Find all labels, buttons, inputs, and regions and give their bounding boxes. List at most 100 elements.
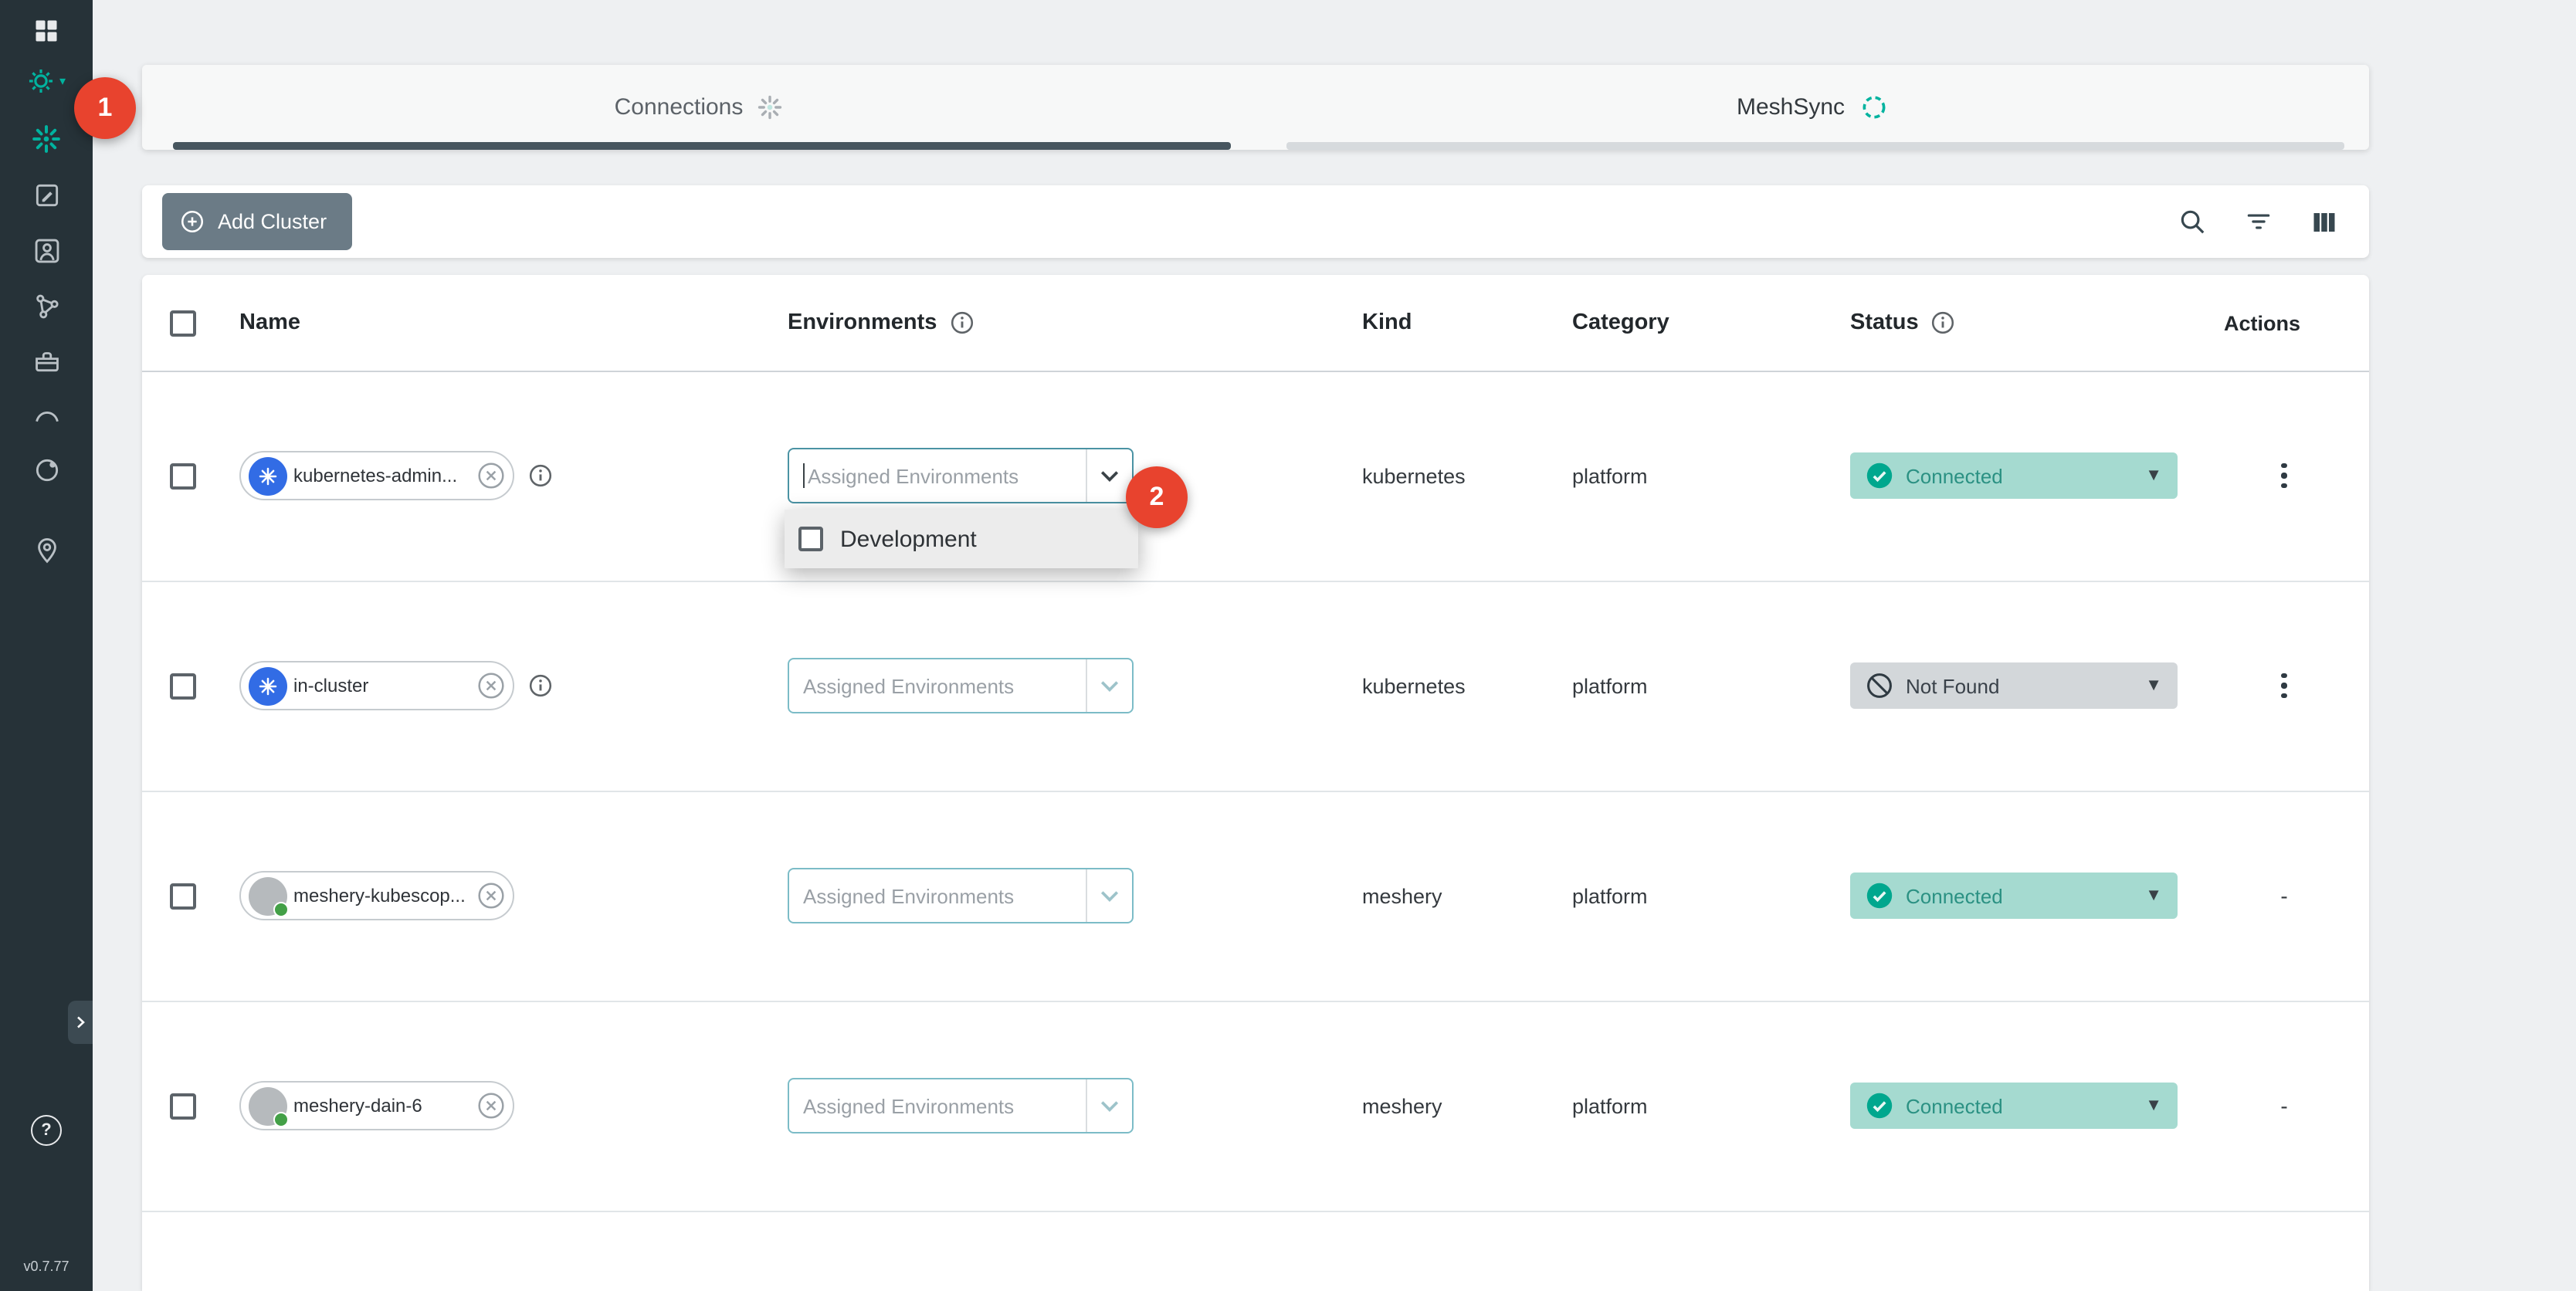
slash-circle-icon [1866,672,1893,700]
kind-cell: meshery [1362,791,1442,1001]
connection-chip[interactable]: in-cluster [239,661,514,710]
connection-chip[interactable]: meshery-dain-6 [239,1081,514,1130]
row-checkbox[interactable] [170,673,196,700]
connection-chip[interactable]: meshery-kubescop... [239,871,514,920]
chevron-down-icon: ▼ [2145,886,2162,905]
search-icon[interactable] [2178,207,2207,236]
environments-select[interactable]: Assigned Environments [788,868,1134,923]
check-circle-icon [1866,1092,1893,1120]
actions-none: - [2264,1001,2304,1211]
category-cell: platform [1572,1001,1648,1211]
connection-name: kubernetes-admin... [293,465,471,486]
add-cluster-button[interactable]: Add Cluster [162,193,351,250]
view-columns-icon[interactable] [2310,208,2338,235]
tab-meshsync[interactable]: MeshSync [1256,65,2369,150]
row-checkbox[interactable] [170,463,196,490]
status-badge: Not Found [1906,674,1999,697]
header-environments-label: Environments [788,310,937,335]
status-dropdown[interactable]: Not Found ▼ [1850,662,2178,709]
sidebar-item-catalog-icon[interactable] [0,451,93,488]
check-circle-icon [1866,882,1893,910]
table-row: meshery-dain-6 Assigned Environments mes… [142,1001,2369,1212]
annotation-badge-1: 1 [74,77,136,139]
filter-icon[interactable] [2244,207,2273,236]
environments-select[interactable]: Assigned Environments [788,1078,1134,1133]
connection-name: meshery-dain-6 [293,1095,471,1116]
info-icon[interactable] [528,463,553,488]
location-pin-icon[interactable] [0,531,93,568]
environments-select[interactable]: Assigned Environments [788,658,1134,713]
sidebar-item-curve-icon[interactable] [0,395,93,432]
app-window: ▾ ? v0.7.77 1 [0,0,2576,1291]
option-checkbox[interactable] [798,527,823,551]
status-badge: Connected [1906,464,2003,487]
sidebar-item-designs-icon[interactable] [0,287,93,324]
connection-name: in-cluster [293,675,471,696]
tab-bar: Connections MeshSync [142,65,2369,150]
tab-meshsync-label: MeshSync [1737,94,1845,120]
header-actions: Actions [2224,275,2300,371]
table-header-row: Name Environments Kind Category Status A… [142,275,2369,372]
chevron-down-icon[interactable] [1086,449,1132,502]
header-name: Name [239,275,300,371]
table-row: in-cluster Assigned Environments kuberne… [142,581,2369,792]
header-environments: Environments [788,275,974,371]
chevron-down-icon[interactable] [1086,869,1132,922]
row-checkbox[interactable] [170,883,196,910]
tab-connections[interactable]: Connections [142,65,1256,150]
chevron-down-icon: ▾ [59,73,66,87]
environments-placeholder: Assigned Environments [803,884,1014,907]
header-kind: Kind [1362,275,1412,371]
actions-none: - [2264,791,2304,1001]
active-tab-indicator [173,142,1231,150]
close-icon[interactable] [477,672,505,700]
header-category: Category [1572,275,1669,371]
environments-dropdown-menu: Development [785,510,1138,568]
toolbar-actions [2178,185,2338,258]
dropdown-option-development[interactable]: Development [785,510,1138,568]
dashboard-grid-icon[interactable] [0,12,93,49]
sidebar-item-users-icon[interactable] [0,232,93,269]
actions-menu-icon[interactable] [2275,371,2293,581]
category-cell: platform [1572,791,1648,1001]
kubernetes-icon [249,666,287,705]
meshery-icon [249,1086,287,1125]
status-dropdown[interactable]: Connected ▼ [1850,452,2178,499]
chevron-down-icon[interactable] [1086,659,1132,712]
environments-placeholder: Assigned Environments [803,674,1014,697]
expand-sidebar-chevron[interactable] [68,1001,93,1044]
meshsync-spinner-icon [1859,93,1888,122]
info-icon[interactable] [949,310,974,335]
meshery-icon [249,876,287,915]
sidebar-item-toolbox-icon[interactable] [0,341,93,378]
info-icon[interactable] [1931,310,1956,335]
kind-cell: meshery [1362,1001,1442,1211]
row-checkbox[interactable] [170,1093,196,1120]
option-label: Development [840,526,977,552]
sidebar-item-connections-icon[interactable] [0,120,93,158]
status-dropdown[interactable]: Connected ▼ [1850,1083,2178,1129]
environments-select[interactable]: Assigned Environments [788,448,1134,503]
close-icon[interactable] [477,882,505,910]
version-label: v0.7.77 [0,1259,93,1274]
chevron-down-icon[interactable] [1086,1079,1132,1132]
kind-cell: kubernetes [1362,371,1466,581]
actions-menu-icon[interactable] [2275,581,2293,791]
status-dropdown[interactable]: Connected ▼ [1850,873,2178,919]
chevron-down-icon: ▼ [2145,466,2162,485]
plus-circle-icon [179,208,205,235]
close-icon[interactable] [477,1092,505,1120]
help-glyph: ? [31,1115,62,1146]
info-icon[interactable] [528,673,553,698]
sidebar-item-configuration-icon[interactable] [0,176,93,213]
select-all-checkbox[interactable] [170,310,196,337]
chevron-down-icon: ▼ [2145,1096,2162,1115]
status-badge: Connected [1906,884,2003,907]
environments-placeholder: Assigned Environments [803,1094,1014,1117]
connection-chip[interactable]: kubernetes-admin... [239,451,514,500]
text-cursor [803,463,805,488]
table-toolbar: Add Cluster [142,185,2369,258]
add-cluster-label: Add Cluster [218,210,327,233]
close-icon[interactable] [477,462,505,490]
help-icon[interactable]: ? [0,1112,93,1149]
